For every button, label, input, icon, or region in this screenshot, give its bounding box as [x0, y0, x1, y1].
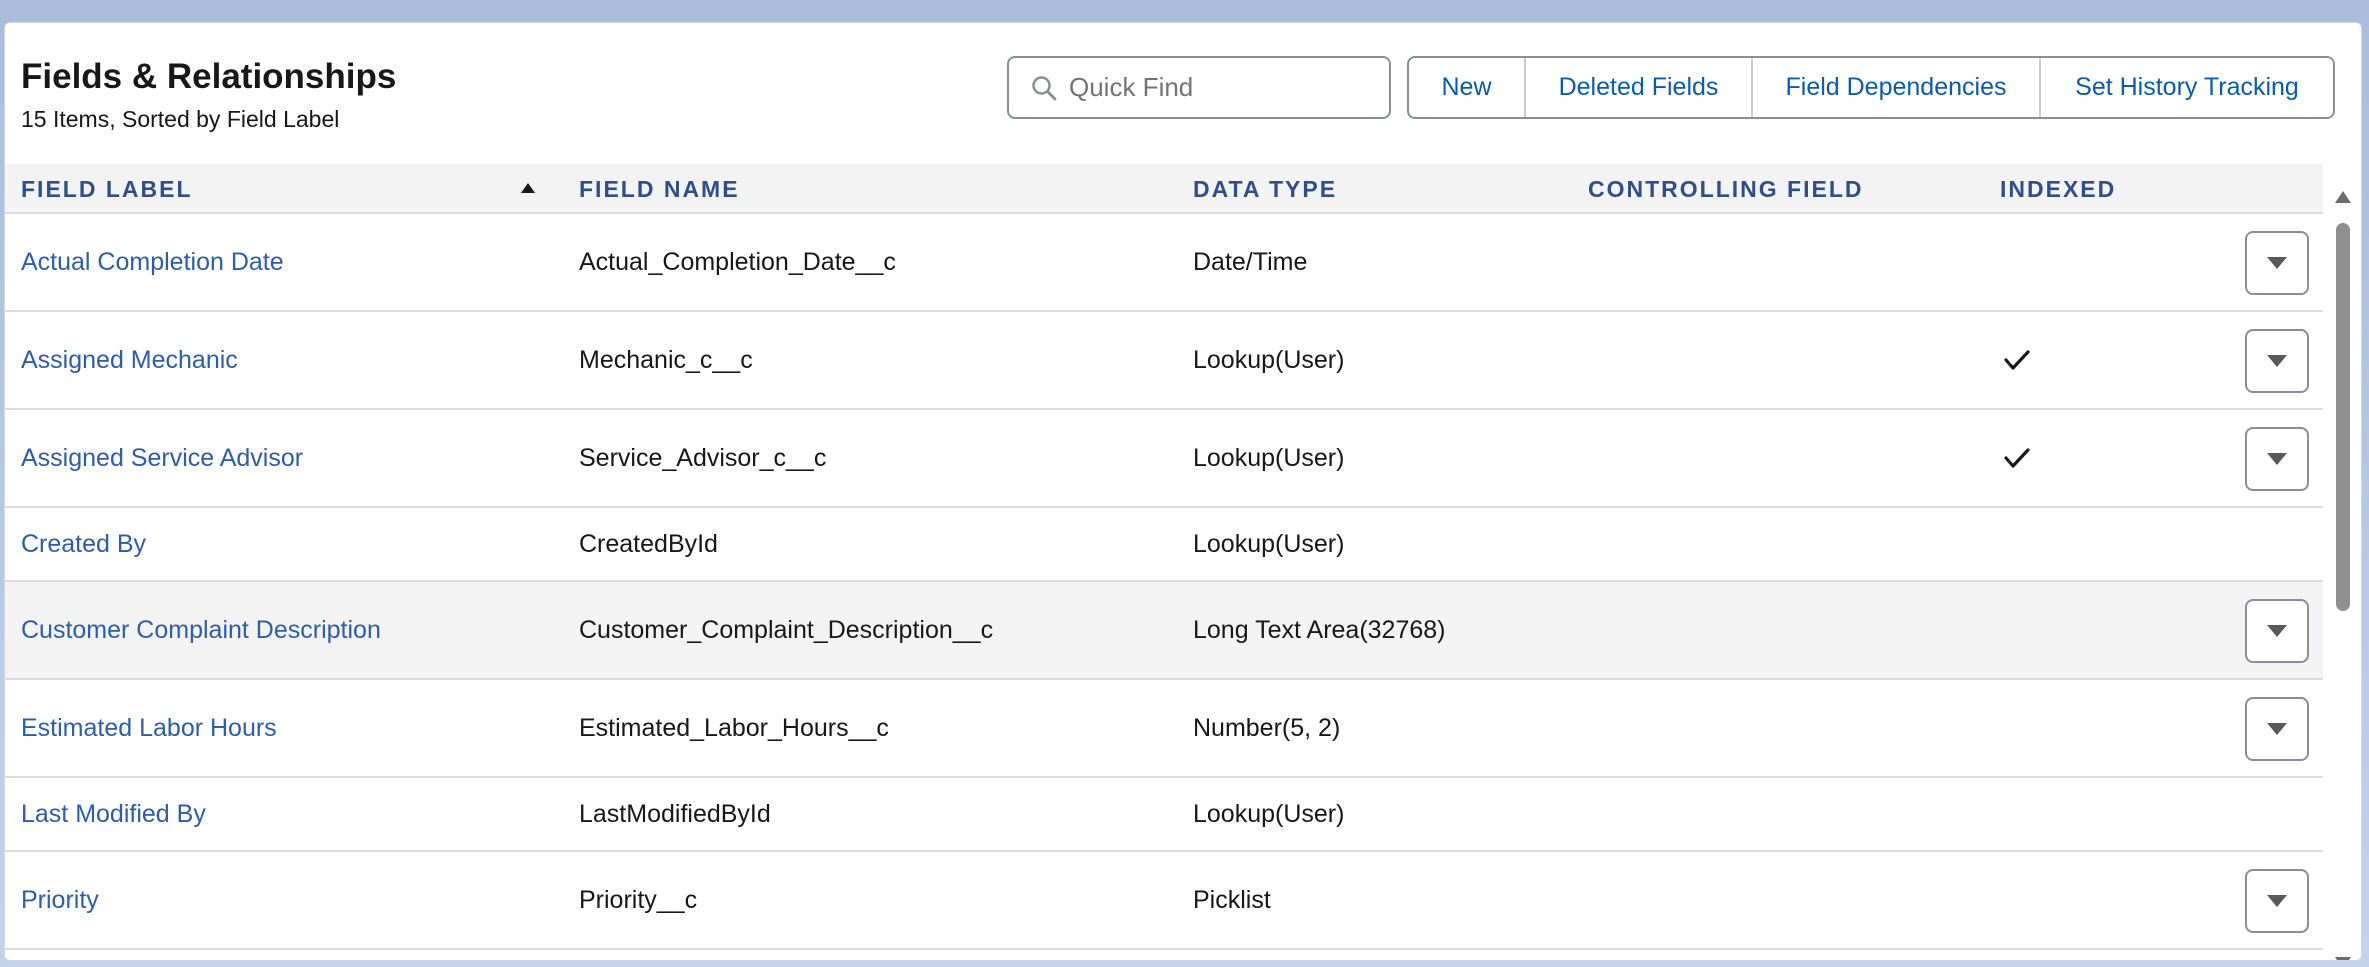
table-header: FIELD LABEL FIELD NAME DATA TYPE CONTROL…: [5, 164, 2323, 214]
data-type-cell: Lookup(User): [1193, 799, 1345, 828]
data-type-cell: Date/Time: [1193, 247, 1308, 276]
field-name-cell: Actual_Completion_Date__c: [579, 247, 896, 276]
scrollbar-thumb[interactable]: [2336, 223, 2350, 611]
field-name-cell: LastModifiedById: [579, 799, 771, 828]
fields-relationships-panel: Fields & Relationships 15 Items, Sorted …: [4, 22, 2362, 961]
field-name-cell: Priority__c: [579, 885, 698, 914]
set-history-tracking-button[interactable]: Set History Tracking: [2041, 58, 2333, 117]
quick-find-input[interactable]: [1069, 72, 1369, 103]
field-name-cell: Estimated_Labor_Hours__c: [579, 713, 889, 742]
table-row: Priority Priority__c Picklist: [5, 852, 2323, 950]
column-header-field-name[interactable]: FIELD NAME: [579, 164, 740, 212]
field-name-cell: Mechanic_c__c: [579, 345, 753, 374]
field-name-cell: Customer_Complaint_Description__c: [579, 615, 994, 644]
column-header-controlling-field[interactable]: CONTROLLING FIELD: [1588, 164, 1863, 212]
field-label-link[interactable]: Created By: [21, 508, 146, 580]
new-button[interactable]: New: [1409, 58, 1526, 117]
column-header-label: FIELD LABEL: [21, 176, 193, 202]
row-actions-dropdown-button[interactable]: [2245, 599, 2309, 663]
field-label-link[interactable]: Last Modified By: [21, 778, 206, 850]
table-row: Estimated Labor Hours Estimated_Labor_Hou…: [5, 680, 2323, 778]
fields-table: FIELD LABEL FIELD NAME DATA TYPE CONTROL…: [5, 164, 2323, 960]
column-header-field-label[interactable]: FIELD LABEL: [21, 164, 541, 212]
field-label-link[interactable]: Customer Complaint Description: [21, 582, 381, 678]
indexed-checkmark-icon: [2003, 312, 2031, 408]
toolbar-button-group: New Deleted Fields Field Dependencies Se…: [1407, 56, 2335, 119]
field-label-link[interactable]: Assigned Mechanic: [21, 312, 238, 408]
row-actions-dropdown-button[interactable]: [2245, 231, 2309, 295]
data-type-cell: Long Text Area(32768): [1193, 615, 1446, 644]
data-type-cell: Number(5, 2): [1193, 713, 1341, 742]
scroll-up-arrow-icon[interactable]: [2335, 191, 2351, 203]
table-row: Actual Completion Date Actual_Completion_…: [5, 214, 2323, 312]
chevron-down-icon: [2267, 453, 2287, 465]
indexed-checkmark-icon: [2003, 410, 2031, 506]
chevron-down-icon: [2267, 625, 2287, 637]
data-type-cell: Lookup(User): [1193, 345, 1345, 374]
data-type-cell: Lookup(User): [1193, 443, 1345, 472]
chevron-down-icon: [2267, 895, 2287, 907]
chevron-down-icon: [2267, 257, 2287, 269]
column-header-data-type[interactable]: DATA TYPE: [1193, 164, 1337, 212]
deleted-fields-button[interactable]: Deleted Fields: [1526, 58, 1753, 117]
table-row: Customer Complaint Description Customer_C…: [5, 582, 2323, 680]
chevron-down-icon: [2267, 723, 2287, 735]
table-row: Created By CreatedById Lookup(User): [5, 508, 2323, 582]
data-type-cell: Picklist: [1193, 885, 1271, 914]
field-label-link[interactable]: Priority: [21, 852, 99, 948]
table-row: Assigned Mechanic Mechanic_c__c Lookup(Use…: [5, 312, 2323, 410]
scroll-down-arrow-icon[interactable]: [2335, 957, 2351, 960]
page-title: Fields & Relationships: [21, 57, 397, 96]
row-actions-dropdown-button[interactable]: [2245, 869, 2309, 933]
row-actions-dropdown-button[interactable]: [2245, 329, 2309, 393]
field-label-link[interactable]: Estimated Labor Hours: [21, 680, 277, 776]
item-count-summary: 15 Items, Sorted by Field Label: [21, 106, 340, 132]
field-label-link[interactable]: Actual Completion Date: [21, 214, 284, 310]
field-dependencies-button[interactable]: Field Dependencies: [1753, 58, 2041, 117]
data-type-cell: Lookup(User): [1193, 529, 1345, 558]
row-actions-dropdown-button[interactable]: [2245, 427, 2309, 491]
chevron-down-icon: [2267, 355, 2287, 367]
search-icon: [1032, 75, 1057, 100]
column-header-indexed[interactable]: INDEXED: [2000, 164, 2116, 212]
vertical-scrollbar[interactable]: [2331, 187, 2353, 960]
quick-find-search[interactable]: [1007, 56, 1391, 119]
sort-ascending-icon: [521, 183, 535, 193]
table-row: Last Modified By LastModifiedById Lookup(U…: [5, 778, 2323, 852]
table-row: Assigned Service Advisor Service_Advisor_…: [5, 410, 2323, 508]
field-label-link[interactable]: Assigned Service Advisor: [21, 410, 303, 506]
field-name-cell: CreatedById: [579, 529, 718, 558]
field-name-cell: Service_Advisor_c__c: [579, 443, 827, 472]
row-actions-dropdown-button[interactable]: [2245, 697, 2309, 761]
